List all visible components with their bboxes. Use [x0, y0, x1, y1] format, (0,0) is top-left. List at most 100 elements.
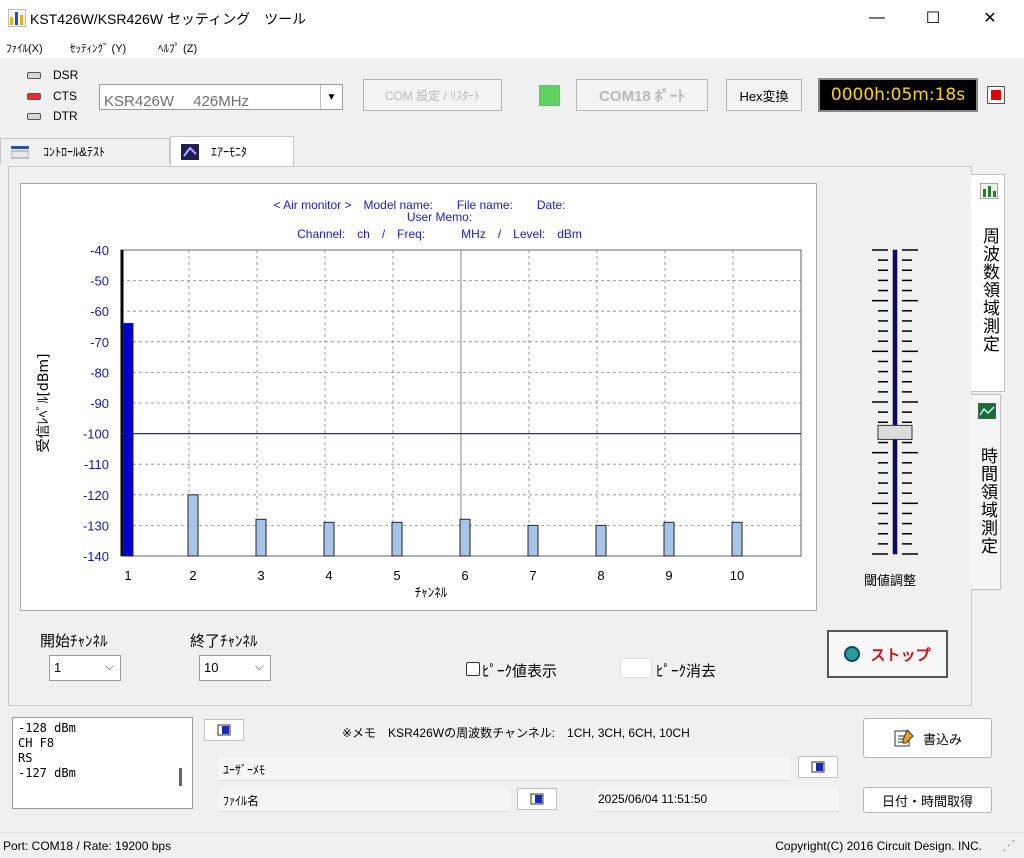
x-tick-label: 9 — [665, 568, 672, 583]
end-channel-select[interactable]: 10 ⌵ — [199, 655, 271, 681]
eraser-icon — [217, 724, 231, 736]
log-scrollbar[interactable] — [179, 768, 182, 786]
datetime-field[interactable]: 2025/06/04 11:51:50 — [595, 788, 839, 812]
y-tick-label: -100 — [83, 427, 109, 442]
menu-bar: ﾌｧｲﾙ(X) ｾｯﾃｨﾝｸﾞ (Y) ﾍﾙﾌﾟ (Z) — [0, 36, 1024, 58]
start-channel-select[interactable]: 1 ⌵ — [49, 655, 121, 681]
y-tick-label: -140 — [83, 549, 109, 564]
end-channel-value: 10 — [204, 660, 219, 675]
air-monitor-tab-icon — [181, 143, 199, 160]
y-tick-label: -80 — [90, 365, 109, 380]
peak-clear-button[interactable] — [620, 658, 652, 678]
dtr-led — [27, 113, 41, 120]
y-axis-label: 受信ﾚﾍﾞﾙ[dBm] — [36, 353, 52, 452]
datetime-value: 2025/06/04 11:51:50 — [598, 792, 708, 806]
tab-frequency-domain-label: 周波数領域測定 — [980, 227, 999, 353]
stop-indicator-icon — [844, 646, 861, 662]
time-tab-icon — [978, 403, 996, 419]
start-channel-value: 1 — [54, 660, 62, 675]
status-bar: Port: COM18 / Rate: 19200 bps Copyright(… — [0, 832, 1024, 858]
clear-log-button[interactable] — [204, 719, 244, 741]
tab-frequency-domain[interactable]: 周波数領域測定 — [971, 174, 1005, 392]
chart-area: < Air monitor > Model name: File name: D… — [20, 183, 817, 611]
clear-user-memo-button[interactable] — [798, 756, 838, 778]
y-tick-label: -90 — [90, 396, 109, 411]
copyright: Copyright(C) 2016 Circuit Design. INC. — [775, 839, 982, 853]
com-setting-button[interactable]: COM 設定 / ﾘｽﾀｰﾄ — [363, 79, 502, 111]
clear-file-name-button[interactable] — [517, 788, 557, 810]
record-indicator[interactable] — [987, 86, 1005, 104]
file-name-label: ﾌｧｲﾙ名 — [223, 794, 260, 808]
stop-button-label: ストップ — [870, 646, 931, 664]
port-status: Port: COM18 / Rate: 19200 bps — [3, 839, 172, 853]
start-channel-chevron-icon: ⌵ — [104, 659, 114, 673]
minimize-button[interactable]: — — [854, 0, 900, 36]
resize-grip-icon[interactable]: ⋰ — [1002, 837, 1016, 854]
file-name-field[interactable]: ﾌｧｲﾙ名 — [219, 788, 509, 812]
title-bar: KST426W/KSR426W セッティング ツール — ☐ ✕ — [0, 0, 1024, 36]
memo-note: ※メモ KSR426Wの周波数チャンネル: 1CH, 3CH, 6CH, 10C… — [342, 726, 690, 740]
x-tick-label: 5 — [393, 568, 400, 583]
log-line: CH F8 — [18, 736, 55, 750]
x-tick-label: 7 — [529, 568, 536, 583]
x-tick-label: 10 — [730, 568, 744, 583]
chart-bar — [255, 518, 267, 557]
get-datetime-button[interactable]: 日付・時間取得 — [863, 787, 992, 813]
menu-settings[interactable]: ｾｯﾃｨﾝｸﾞ (Y) — [70, 40, 126, 56]
tab-air-monitor-label: ｴｱｰﾓﾆﾀ — [211, 145, 248, 159]
com-port-button[interactable]: COM18 ﾎﾟｰﾄ — [576, 79, 708, 111]
model-select[interactable]: KSR426W 426MHz ▼ — [99, 84, 343, 110]
menu-file[interactable]: ﾌｧｲﾙ(X) — [6, 40, 43, 56]
peak-clear-label: ﾋﾟｰｸ消去 — [656, 663, 717, 680]
x-tick-label: 2 — [189, 568, 196, 583]
hex-convert-button[interactable]: Hex変換 — [726, 79, 802, 111]
stop-button[interactable]: ストップ — [827, 630, 948, 678]
chart-bar — [663, 521, 675, 557]
eraser-icon — [811, 761, 825, 773]
tab-control-test-label: ｺﾝﾄﾛｰﾙ&ﾃｽﾄ — [43, 145, 106, 159]
log-line: -127 dBm — [18, 766, 76, 780]
peak-display-checkbox[interactable] — [466, 662, 480, 676]
tab-air-monitor[interactable]: ｴｱｰﾓﾆﾀ — [170, 136, 294, 166]
threshold-slider[interactable] — [860, 244, 930, 560]
write-icon — [894, 729, 914, 747]
y-tick-label: -110 — [84, 457, 109, 472]
peak-display-label: ﾋﾟｰｸ値表示 — [482, 663, 558, 680]
eraser-icon — [530, 793, 544, 805]
slider-rail — [892, 249, 898, 555]
chart-bar — [391, 521, 403, 557]
dsr-label: DSR — [53, 68, 79, 82]
app-icon — [8, 9, 26, 27]
y-tick-label: -130 — [83, 518, 109, 533]
threshold-slider-track — [872, 249, 918, 555]
dropdown-arrow-icon[interactable]: ▼ — [320, 85, 342, 109]
record-dot-icon — [991, 90, 1001, 100]
y-tick-label: -70 — [90, 335, 109, 350]
cts-label: CTS — [53, 89, 77, 103]
tab-control-test[interactable]: ｺﾝﾄﾛｰﾙ&ﾃｽﾄ — [0, 138, 170, 164]
slider-thumb[interactable] — [877, 424, 913, 440]
cts-led — [27, 93, 41, 100]
y-tick-label: -40 — [90, 243, 109, 258]
close-button[interactable]: ✕ — [967, 0, 1013, 36]
y-tick-label: -50 — [90, 274, 109, 289]
x-tick-label: 1 — [124, 568, 131, 583]
bar-chart: -40 -50 -60 -70 -80 -90 -100 -110 -120 -130 -140 1 2… — [36, 243, 802, 601]
model-select-value: KSR426W 426MHz — [104, 93, 250, 110]
menu-help[interactable]: ﾍﾙﾌﾟ (Z) — [158, 40, 197, 56]
log-box[interactable]: -128 dBm CH F8 RS -127 dBm — [12, 717, 193, 809]
chart-bar — [595, 524, 607, 557]
tab-time-domain[interactable]: 時間領域測定 — [971, 394, 1001, 590]
chart-bar — [459, 518, 471, 557]
y-tick-label: -60 — [90, 304, 109, 319]
write-button-label: 書込み — [922, 731, 962, 747]
write-button[interactable]: 書込み — [863, 718, 992, 758]
maximize-button[interactable]: ☐ — [910, 0, 956, 36]
x-tick-label: 3 — [257, 568, 264, 583]
chart-bar — [731, 521, 743, 557]
user-memo-field[interactable]: ﾕｰｻﾞｰﾒﾓ — [219, 757, 789, 781]
frequency-tab-icon — [980, 183, 998, 199]
chart-bar — [187, 494, 199, 557]
window-title: KST426W/KSR426W セッティング ツール — [30, 11, 307, 27]
log-line: -128 dBm — [18, 721, 76, 735]
